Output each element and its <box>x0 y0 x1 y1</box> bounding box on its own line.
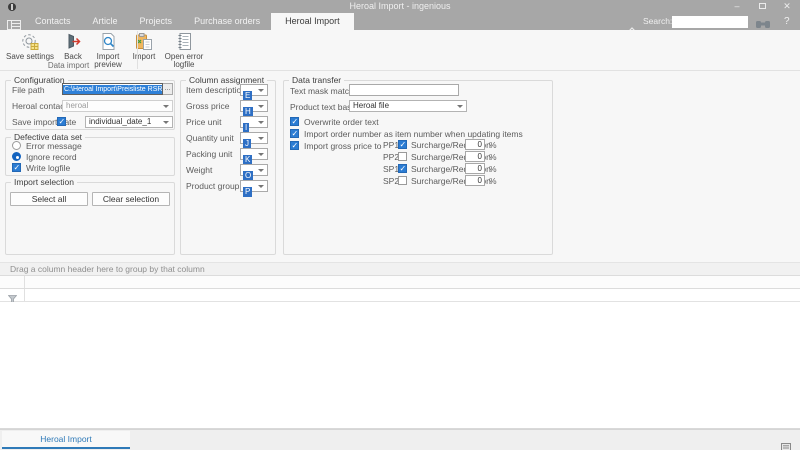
save-settings-button[interactable]: Save settings <box>2 31 58 62</box>
overwrite-order-text-label: Overwrite order text <box>304 116 379 128</box>
gross-price-label: Gross price <box>186 100 229 112</box>
import-order-number-checkbox[interactable] <box>290 129 299 138</box>
open-error-logfile-button[interactable]: Open error logfile <box>160 31 208 70</box>
tab-heroal-import[interactable]: Heroal Import <box>271 13 354 30</box>
weight-label: Weight <box>186 164 212 176</box>
sp2-percent-label: % <box>489 175 497 187</box>
price-unit-label: Price unit <box>186 116 221 128</box>
pp2-surcharge-input[interactable]: 0 <box>465 151 485 162</box>
item-description-select[interactable]: E <box>240 84 268 96</box>
tab-list-icon[interactable] <box>781 438 791 450</box>
maximize-button[interactable] <box>751 0 773 13</box>
quantity-unit-label: Quantity unit <box>186 132 234 144</box>
maximize-icon <box>759 3 766 9</box>
toolbar-separator <box>137 31 138 69</box>
product-text-base-select[interactable]: Heroal file <box>349 100 467 112</box>
ribbon-tabs: Contacts Article Projects Purchase order… <box>24 13 354 30</box>
sp2-checkbox[interactable] <box>398 176 407 185</box>
grid-filter-row[interactable] <box>0 289 800 302</box>
import-preview-icon <box>99 32 118 51</box>
sp1-label: SP1 <box>383 163 399 175</box>
ignore-record-radio[interactable] <box>12 152 21 161</box>
window-title: Heroal Import - ingenious <box>0 0 800 13</box>
text-mask-matchcode-input[interactable] <box>349 84 459 96</box>
toolbar-group-caption: Data import <box>0 61 137 70</box>
grid-filter-indicator-cell <box>0 289 25 301</box>
sp2-label: SP2 <box>383 175 399 187</box>
tab-article[interactable]: Article <box>82 13 129 30</box>
file-path-input[interactable]: C:\Heroal Import\Preisliste RSR 1025.71 <box>62 83 163 95</box>
pp1-label: PP1 <box>383 139 399 151</box>
save-import-date-select[interactable]: individual_date_1 <box>85 116 173 128</box>
write-logfile-label: Write logfile <box>26 162 70 174</box>
import-gross-price-checkbox[interactable] <box>290 141 299 150</box>
heroal-contact-label: Heroal contact <box>12 100 67 112</box>
minimize-button[interactable]: – <box>726 0 748 13</box>
pp2-label: PP2 <box>383 151 399 163</box>
write-logfile-checkbox[interactable] <box>12 163 21 172</box>
save-import-date-checkbox[interactable] <box>57 117 66 126</box>
item-description-label: Item description <box>186 84 246 96</box>
sp1-checkbox[interactable] <box>398 164 407 173</box>
ribbon-toolbar: Save settings Back Import preview Import… <box>0 30 800 71</box>
pp2-checkbox[interactable] <box>398 152 407 161</box>
save-import-date-label: Save import date <box>12 116 76 128</box>
quantity-unit-select[interactable]: J <box>240 132 268 144</box>
import-gross-price-label: Import gross price to <box>304 140 381 152</box>
gross-price-select[interactable]: H <box>240 100 268 112</box>
data-transfer-title: Data transfer <box>289 76 344 85</box>
tab-projects[interactable]: Projects <box>129 13 184 30</box>
import-button[interactable]: Import <box>128 31 160 62</box>
close-button[interactable]: ✕ <box>776 0 798 13</box>
help-icon[interactable]: ? <box>784 13 790 30</box>
back-button[interactable]: Back <box>58 31 88 62</box>
weight-select[interactable]: O <box>240 164 268 176</box>
browse-button[interactable]: ... <box>163 83 173 95</box>
tab-contacts[interactable]: Contacts <box>24 13 82 30</box>
pp1-checkbox[interactable] <box>398 140 407 149</box>
error-message-radio[interactable] <box>12 141 21 150</box>
grid-indicator-cell <box>0 276 25 288</box>
pp1-percent-label: % <box>489 139 497 151</box>
packing-unit-label: Packing unit <box>186 148 232 160</box>
grid-body <box>0 302 800 429</box>
ribbon-tab-bar: Contacts Article Projects Purchase order… <box>0 13 800 30</box>
document-tab-bar: Heroal Import <box>0 429 800 450</box>
overwrite-order-text-checkbox[interactable] <box>290 117 299 126</box>
group-by-hint: Drag a column header here to group by th… <box>0 263 800 275</box>
grid-header-row[interactable] <box>0 276 800 289</box>
title-bar: Heroal Import - ingenious – ✕ <box>0 0 800 13</box>
heroal-contact-select[interactable]: heroal <box>62 100 173 112</box>
pp1-surcharge-input[interactable]: 0 <box>465 139 485 150</box>
product-group-label: Product group <box>186 180 239 192</box>
grid-group-by-bar[interactable]: Drag a column header here to group by th… <box>0 262 800 276</box>
price-unit-select[interactable]: I <box>240 116 268 128</box>
sp1-percent-label: % <box>489 163 497 175</box>
product-group-select[interactable]: P <box>240 180 268 192</box>
file-path-label: File path <box>12 84 45 96</box>
document-tab-heroal-import[interactable]: Heroal Import <box>2 431 130 449</box>
search-label: Search: <box>643 13 672 30</box>
gear-icon <box>20 32 40 51</box>
error-logfile-icon <box>175 32 194 51</box>
product-text-base-label: Product text base <box>290 101 356 113</box>
sp2-surcharge-input[interactable]: 0 <box>465 175 485 186</box>
back-icon <box>64 32 83 51</box>
tab-purchase-orders[interactable]: Purchase orders <box>183 13 271 30</box>
clear-selection-button[interactable]: Clear selection <box>92 192 170 206</box>
file-path-value: C:\Heroal Import\Preisliste RSR 1025.71 <box>63 85 163 95</box>
pp2-percent-label: % <box>489 151 497 163</box>
select-all-button[interactable]: Select all <box>10 192 88 206</box>
sp1-surcharge-input[interactable]: 0 <box>465 163 485 174</box>
packing-unit-select[interactable]: K <box>240 148 268 160</box>
search-input[interactable] <box>672 16 748 28</box>
import-selection-title: Import selection <box>11 178 77 187</box>
